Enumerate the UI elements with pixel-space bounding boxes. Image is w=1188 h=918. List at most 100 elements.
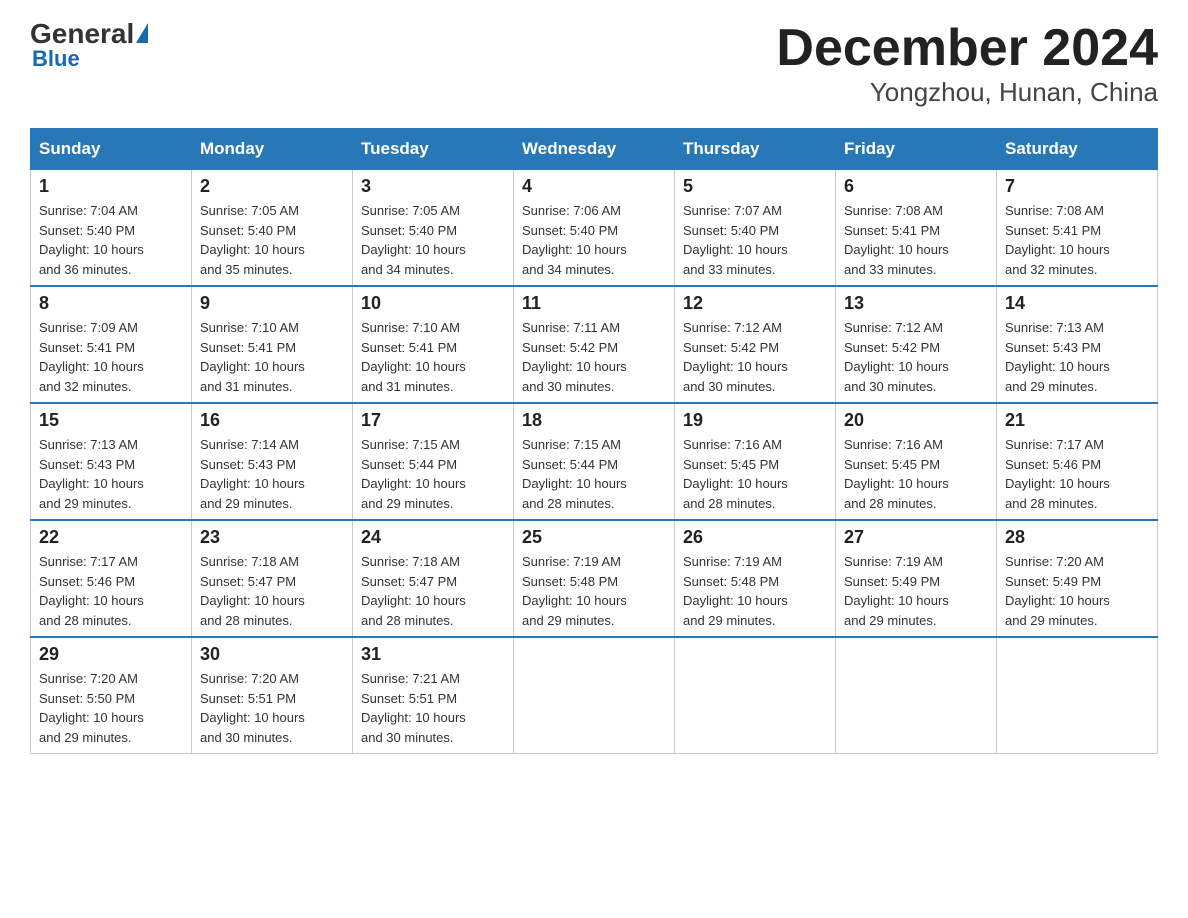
calendar-cell: 17 Sunrise: 7:15 AM Sunset: 5:44 PM Dayli…: [353, 403, 514, 520]
calendar-cell: 30Sunrise: 7:20 AM Sunset: 5:51 PM Dayli…: [192, 637, 353, 754]
day-number: 22: [39, 527, 183, 548]
calendar-cell: 12Sunrise: 7:12 AM Sunset: 5:42 PM Dayli…: [675, 286, 836, 403]
calendar-cell: 25Sunrise: 7:19 AM Sunset: 5:48 PM Dayli…: [514, 520, 675, 637]
day-info: Sunrise: 7:17 AM Sunset: 5:46 PM Dayligh…: [1005, 435, 1149, 513]
calendar-week-row: 1 Sunrise: 7:04 AM Sunset: 5:40 PM Daylig…: [31, 170, 1158, 287]
day-number: 5: [683, 176, 827, 197]
day-info: Sunrise: 7:18 AM Sunset: 5:47 PM Dayligh…: [200, 552, 344, 630]
calendar-cell: 10Sunrise: 7:10 AM Sunset: 5:41 PM Dayli…: [353, 286, 514, 403]
day-number: 20: [844, 410, 988, 431]
calendar-cell: 16 Sunrise: 7:14 AM Sunset: 5:43 PM Dayli…: [192, 403, 353, 520]
day-info: Sunrise: 7:05 AM Sunset: 5:40 PM Dayligh…: [200, 201, 344, 279]
day-number: 18: [522, 410, 666, 431]
logo-triangle-icon: [136, 23, 148, 43]
day-number: 29: [39, 644, 183, 665]
calendar-cell: 24 Sunrise: 7:18 AM Sunset: 5:47 PM Dayli…: [353, 520, 514, 637]
logo-blue-text: Blue: [30, 46, 80, 72]
day-info: Sunrise: 7:20 AM Sunset: 5:51 PM Dayligh…: [200, 669, 344, 747]
calendar-cell: 3 Sunrise: 7:05 AM Sunset: 5:40 PM Daylig…: [353, 170, 514, 287]
day-info: Sunrise: 7:09 AM Sunset: 5:41 PM Dayligh…: [39, 318, 183, 396]
day-number: 8: [39, 293, 183, 314]
calendar-cell: 26 Sunrise: 7:19 AM Sunset: 5:48 PM Dayli…: [675, 520, 836, 637]
calendar-header-sunday: Sunday: [31, 129, 192, 170]
day-number: 24: [361, 527, 505, 548]
calendar-cell: 21 Sunrise: 7:17 AM Sunset: 5:46 PM Dayli…: [997, 403, 1158, 520]
day-info: Sunrise: 7:16 AM Sunset: 5:45 PM Dayligh…: [844, 435, 988, 513]
day-info: Sunrise: 7:04 AM Sunset: 5:40 PM Dayligh…: [39, 201, 183, 279]
calendar-cell: 20 Sunrise: 7:16 AM Sunset: 5:45 PM Dayli…: [836, 403, 997, 520]
calendar-cell: 1 Sunrise: 7:04 AM Sunset: 5:40 PM Daylig…: [31, 170, 192, 287]
day-info: Sunrise: 7:08 AM Sunset: 5:41 PM Dayligh…: [844, 201, 988, 279]
calendar-week-row: 8 Sunrise: 7:09 AM Sunset: 5:41 PM Daylig…: [31, 286, 1158, 403]
day-info: Sunrise: 7:17 AM Sunset: 5:46 PM Dayligh…: [39, 552, 183, 630]
day-info: Sunrise: 7:18 AM Sunset: 5:47 PM Dayligh…: [361, 552, 505, 630]
calendar-header-monday: Monday: [192, 129, 353, 170]
calendar-header-tuesday: Tuesday: [353, 129, 514, 170]
day-info: Sunrise: 7:19 AM Sunset: 5:48 PM Dayligh…: [522, 552, 666, 630]
day-info: Sunrise: 7:05 AM Sunset: 5:40 PM Dayligh…: [361, 201, 505, 279]
day-number: 3: [361, 176, 505, 197]
calendar-cell: 2Sunrise: 7:05 AM Sunset: 5:40 PM Daylig…: [192, 170, 353, 287]
day-number: 19: [683, 410, 827, 431]
day-number: 28: [1005, 527, 1149, 548]
calendar-cell: 7 Sunrise: 7:08 AM Sunset: 5:41 PM Daylig…: [997, 170, 1158, 287]
day-number: 4: [522, 176, 666, 197]
day-info: Sunrise: 7:20 AM Sunset: 5:50 PM Dayligh…: [39, 669, 183, 747]
calendar-cell: 29 Sunrise: 7:20 AM Sunset: 5:50 PM Dayli…: [31, 637, 192, 754]
calendar-cell: [514, 637, 675, 754]
day-number: 11: [522, 293, 666, 314]
day-info: Sunrise: 7:06 AM Sunset: 5:40 PM Dayligh…: [522, 201, 666, 279]
calendar-week-row: 22 Sunrise: 7:17 AM Sunset: 5:46 PM Dayli…: [31, 520, 1158, 637]
day-number: 7: [1005, 176, 1149, 197]
calendar-cell: 18 Sunrise: 7:15 AM Sunset: 5:44 PM Dayli…: [514, 403, 675, 520]
calendar-cell: 5 Sunrise: 7:07 AM Sunset: 5:40 PM Daylig…: [675, 170, 836, 287]
day-info: Sunrise: 7:15 AM Sunset: 5:44 PM Dayligh…: [522, 435, 666, 513]
logo-general-text: General: [30, 20, 134, 48]
day-number: 23: [200, 527, 344, 548]
calendar-cell: 22 Sunrise: 7:17 AM Sunset: 5:46 PM Dayli…: [31, 520, 192, 637]
calendar-cell: [836, 637, 997, 754]
day-number: 31: [361, 644, 505, 665]
day-info: Sunrise: 7:14 AM Sunset: 5:43 PM Dayligh…: [200, 435, 344, 513]
calendar-cell: 14Sunrise: 7:13 AM Sunset: 5:43 PM Dayli…: [997, 286, 1158, 403]
calendar-cell: 9Sunrise: 7:10 AM Sunset: 5:41 PM Daylig…: [192, 286, 353, 403]
day-info: Sunrise: 7:13 AM Sunset: 5:43 PM Dayligh…: [39, 435, 183, 513]
day-info: Sunrise: 7:19 AM Sunset: 5:49 PM Dayligh…: [844, 552, 988, 630]
day-number: 26: [683, 527, 827, 548]
calendar-cell: 23 Sunrise: 7:18 AM Sunset: 5:47 PM Dayli…: [192, 520, 353, 637]
logo: General Blue: [30, 20, 148, 72]
day-info: Sunrise: 7:12 AM Sunset: 5:42 PM Dayligh…: [844, 318, 988, 396]
day-number: 13: [844, 293, 988, 314]
calendar-header-friday: Friday: [836, 129, 997, 170]
calendar-cell: 6Sunrise: 7:08 AM Sunset: 5:41 PM Daylig…: [836, 170, 997, 287]
day-info: Sunrise: 7:16 AM Sunset: 5:45 PM Dayligh…: [683, 435, 827, 513]
page-header: General Blue December 2024 Yongzhou, Hun…: [30, 20, 1158, 108]
day-number: 10: [361, 293, 505, 314]
calendar-subtitle: Yongzhou, Hunan, China: [776, 77, 1158, 108]
day-number: 15: [39, 410, 183, 431]
day-number: 21: [1005, 410, 1149, 431]
calendar-header-wednesday: Wednesday: [514, 129, 675, 170]
calendar-table: SundayMondayTuesdayWednesdayThursdayFrid…: [30, 128, 1158, 754]
day-info: Sunrise: 7:15 AM Sunset: 5:44 PM Dayligh…: [361, 435, 505, 513]
calendar-cell: 11 Sunrise: 7:11 AM Sunset: 5:42 PM Dayli…: [514, 286, 675, 403]
calendar-cell: 27 Sunrise: 7:19 AM Sunset: 5:49 PM Dayli…: [836, 520, 997, 637]
calendar-week-row: 15 Sunrise: 7:13 AM Sunset: 5:43 PM Dayli…: [31, 403, 1158, 520]
day-number: 16: [200, 410, 344, 431]
day-info: Sunrise: 7:19 AM Sunset: 5:48 PM Dayligh…: [683, 552, 827, 630]
day-info: Sunrise: 7:08 AM Sunset: 5:41 PM Dayligh…: [1005, 201, 1149, 279]
day-info: Sunrise: 7:07 AM Sunset: 5:40 PM Dayligh…: [683, 201, 827, 279]
day-number: 17: [361, 410, 505, 431]
calendar-cell: [997, 637, 1158, 754]
day-number: 9: [200, 293, 344, 314]
day-info: Sunrise: 7:11 AM Sunset: 5:42 PM Dayligh…: [522, 318, 666, 396]
day-number: 1: [39, 176, 183, 197]
calendar-cell: [675, 637, 836, 754]
calendar-cell: 15 Sunrise: 7:13 AM Sunset: 5:43 PM Dayli…: [31, 403, 192, 520]
calendar-cell: 31Sunrise: 7:21 AM Sunset: 5:51 PM Dayli…: [353, 637, 514, 754]
day-number: 27: [844, 527, 988, 548]
calendar-cell: 13 Sunrise: 7:12 AM Sunset: 5:42 PM Dayli…: [836, 286, 997, 403]
day-info: Sunrise: 7:12 AM Sunset: 5:42 PM Dayligh…: [683, 318, 827, 396]
calendar-cell: 4 Sunrise: 7:06 AM Sunset: 5:40 PM Daylig…: [514, 170, 675, 287]
title-block: December 2024 Yongzhou, Hunan, China: [776, 20, 1158, 108]
